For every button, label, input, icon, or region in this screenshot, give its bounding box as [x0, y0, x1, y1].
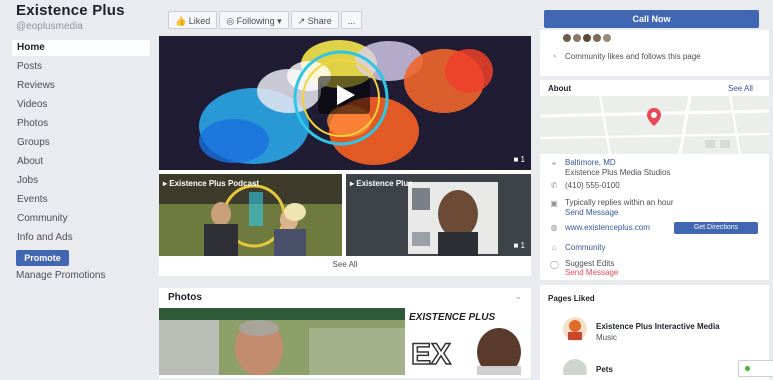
location-icon: ⌖ [551, 159, 557, 168]
video-title-existence: ▸ Existence Plus [350, 179, 413, 188]
get-directions-button[interactable]: Get Directions [674, 222, 758, 234]
more-icon: ... [347, 16, 356, 26]
message-icon: ▣ [550, 199, 558, 208]
like-count-icon: ◔ [551, 52, 557, 61]
share-button[interactable]: ↗ Share [290, 11, 339, 29]
website-link[interactable]: www.existenceplus.com [565, 223, 650, 232]
follow-label: Following [236, 16, 275, 26]
rss-icon: ◎ [226, 16, 235, 26]
video-title-podcast: ▸ Existence Plus Podcast [163, 179, 259, 188]
play-small-icon: ▸ [163, 179, 168, 188]
page-name[interactable]: Existence Plus [16, 2, 125, 19]
page-liked-1-name[interactable]: Existence Plus Interactive Media [596, 322, 720, 331]
photo-1[interactable] [159, 308, 405, 375]
tag-icon: ⌂ [551, 243, 557, 252]
page-avatar-2[interactable] [562, 358, 588, 375]
photo-1-image [159, 308, 405, 375]
page-action-bar: 👍 Liked ◎ Following ▾ ↗ Share ... [168, 11, 363, 29]
video-count: 1 [520, 155, 525, 164]
globe-icon: ◍ [550, 223, 558, 232]
play-button-icon[interactable] [318, 76, 370, 114]
nav-item-info-and-ads[interactable]: Info and Ads [12, 230, 150, 246]
phone-number[interactable]: (410) 555-0100 [565, 181, 620, 190]
thumb2-count: 1 [520, 241, 525, 250]
nav-item-about[interactable]: About [12, 154, 150, 170]
follow-button[interactable]: ◎ Following ▾ [219, 11, 289, 29]
photo-ex-logo: EX [411, 338, 451, 371]
nav-item-home[interactable]: Home [12, 40, 150, 56]
community-text[interactable]: Community likes and follows this page [565, 52, 760, 62]
like-button[interactable]: 👍 Liked [168, 11, 218, 29]
thumb2-title-text: Existence Plus [356, 179, 413, 188]
video-thumbnail-podcast[interactable]: ▸ Existence Plus Podcast [159, 174, 342, 256]
video-thumbnail-existence[interactable]: ▸ Existence Plus ■ 1 [346, 174, 531, 256]
nav-item-events[interactable]: Events [12, 192, 150, 208]
pages-liked-title[interactable]: Pages Liked [548, 294, 595, 303]
about-title[interactable]: About [548, 84, 571, 93]
photos-menu-icon[interactable]: ⌄ [515, 292, 522, 301]
video-camera-icon: ■ [513, 241, 519, 250]
address-line-2: Existence Plus Media Studios [565, 168, 671, 177]
page-liked-1-category: Music [596, 333, 617, 342]
photo-2[interactable]: EXISTENCE PLUS EX [407, 308, 531, 375]
photo-2-image: EXISTENCE PLUS EX [407, 308, 531, 375]
like-label: Liked [188, 16, 211, 26]
nav-item-photos[interactable]: Photos [12, 116, 150, 132]
nav-item-community[interactable]: Community [12, 211, 150, 227]
page-liked-2-name[interactable]: Pets [596, 365, 613, 374]
play-small-icon: ▸ [350, 179, 355, 188]
send-message-link[interactable]: Send Message [565, 208, 618, 217]
phone-icon: ✆ [550, 181, 558, 190]
page-avatar-1[interactable] [562, 316, 588, 342]
map-pin-icon[interactable] [647, 108, 661, 126]
video-camera-icon: ■ [513, 155, 519, 164]
friend-avatars[interactable] [563, 34, 611, 42]
page-handle[interactable]: @eoplusmedia [16, 21, 83, 32]
nav-item-videos[interactable]: Videos [12, 97, 150, 113]
suggest-send-message[interactable]: Send Message [565, 268, 618, 277]
thumb1-title-text: Existence Plus Podcast [169, 179, 260, 188]
online-dot-icon [745, 366, 750, 371]
share-label: Share [307, 16, 332, 26]
manage-promotions-link[interactable]: Manage Promotions [16, 270, 106, 281]
response-time: Typically replies within an hour [565, 198, 674, 207]
nav-item-posts[interactable]: Posts [12, 59, 150, 75]
video-count-badge: ■ 1 [513, 155, 525, 164]
about-see-all[interactable]: See All [728, 84, 753, 93]
photo-watermark: EXISTENCE PLUS [409, 312, 495, 323]
chat-status-pill[interactable] [738, 360, 773, 377]
edit-icon: ◯ [550, 260, 559, 269]
call-now-button[interactable]: Call Now [544, 10, 759, 28]
suggest-edits[interactable]: Suggest Edits [565, 259, 614, 268]
category-link[interactable]: Community [565, 243, 605, 252]
share-icon: ↗ [297, 16, 306, 26]
nav-item-reviews[interactable]: Reviews [12, 78, 150, 94]
more-button[interactable]: ... [340, 11, 363, 29]
photos-title[interactable]: Photos [168, 292, 202, 303]
promote-button[interactable]: Promote [16, 250, 69, 266]
address-line-1[interactable]: Baltimore, MD [565, 158, 616, 167]
video-count-badge-2: ■ 1 [513, 241, 525, 250]
see-all-videos-link[interactable]: See All [159, 260, 531, 269]
thumbs-up-icon: 👍 [175, 16, 187, 26]
nav-item-jobs[interactable]: Jobs [12, 173, 150, 189]
nav-item-groups[interactable]: Groups [12, 135, 150, 151]
